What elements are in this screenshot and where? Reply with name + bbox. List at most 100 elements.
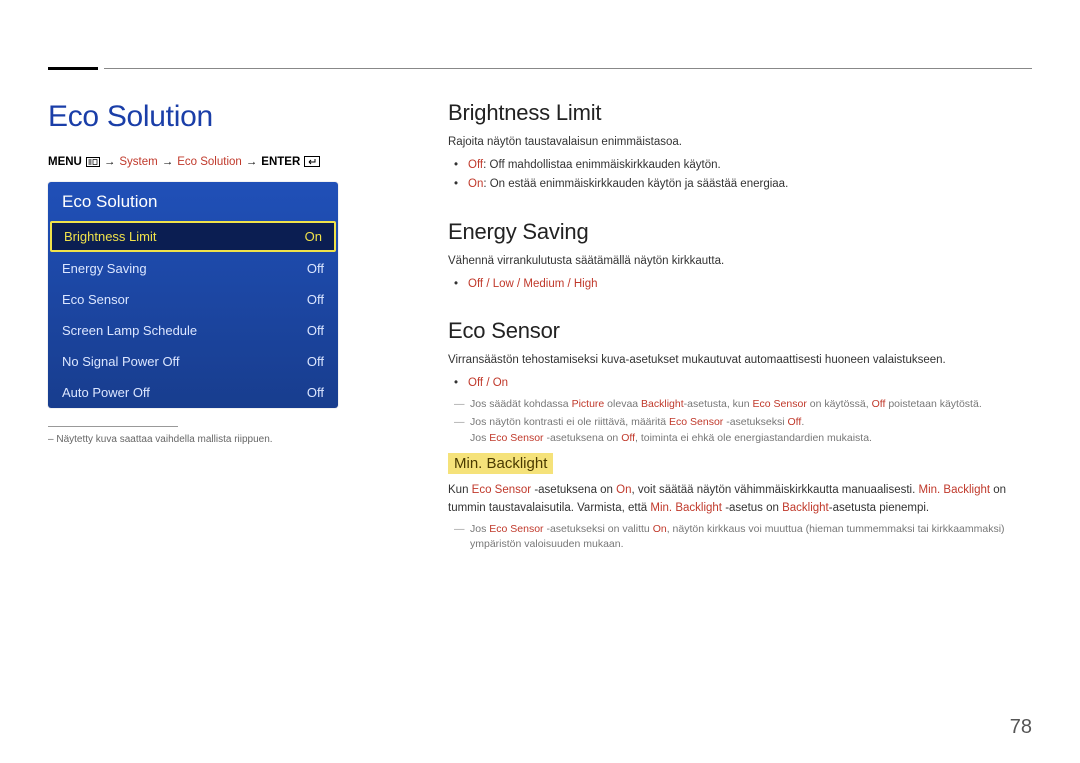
bullet-options: Off / Low / Medium / High xyxy=(468,275,1032,295)
kw-on: On xyxy=(616,484,631,496)
kw-off: Off xyxy=(621,432,635,444)
bullet-list: Off / Low / Medium / High xyxy=(448,275,1032,295)
breadcrumb-eco: Eco Solution xyxy=(177,156,242,168)
menu-item-label: Brightness Limit xyxy=(64,229,156,244)
t: Jos näytön kontrasti ei ole riittävä, mä… xyxy=(470,416,669,428)
note-2: Jos näytön kontrasti ei ole riittävä, mä… xyxy=(448,415,1032,447)
left-column: Eco Solution MENU → System → Eco Solutio… xyxy=(48,100,428,715)
t: -asetuksena on xyxy=(544,432,622,444)
note-min-backlight: Jos Eco Sensor -asetukseksi on valittu O… xyxy=(448,522,1032,554)
bullet-off: Off: Off mahdollistaa enimmäiskirkkauden… xyxy=(468,156,1032,176)
kw-backlight: Backlight xyxy=(641,398,684,410)
menu-item-value: On xyxy=(305,229,322,244)
osd-menu-item-no-signal-power-off[interactable]: No Signal Power Off Off xyxy=(48,346,338,377)
osd-menu-item-screen-lamp-schedule[interactable]: Screen Lamp Schedule Off xyxy=(48,315,338,346)
bullet-text: : Off mahdollistaa enimmäiskirkkauden kä… xyxy=(483,159,721,171)
keyword-off: Off xyxy=(468,159,483,171)
footnote-text: Näytetty kuva saattaa vaihdella mallista… xyxy=(56,434,272,445)
section-intro: Vähennä virrankulutusta säätämällä näytö… xyxy=(448,253,1032,271)
section-intro: Virransäästön tehostamiseksi kuva-asetuk… xyxy=(448,352,1032,370)
t: , voit säätää näytön vähimmäiskirkkautta… xyxy=(632,484,919,496)
osd-menu-card: Eco Solution Brightness Limit On Energy … xyxy=(48,182,338,408)
t: -asetus on xyxy=(722,502,782,514)
menu-item-value: Off xyxy=(307,292,324,307)
kw-picture: Picture xyxy=(572,398,605,410)
menu-item-label: No Signal Power Off xyxy=(62,354,180,369)
t: Jos säädät kohdassa xyxy=(470,398,572,410)
menu-breadcrumb: MENU → System → Eco Solution → ENTER xyxy=(48,156,428,168)
section-brightness-limit: Brightness Limit Rajoita näytön taustava… xyxy=(448,100,1032,195)
t: Jos xyxy=(470,523,489,535)
menu-item-value: Off xyxy=(307,385,324,400)
menu-item-label: Eco Sensor xyxy=(62,292,129,307)
osd-menu-header: Eco Solution xyxy=(48,182,338,220)
subsection-min-backlight: Min. Backlight xyxy=(448,453,553,474)
section-heading: Eco Sensor xyxy=(448,318,1032,344)
t: -asetukseksi on valittu xyxy=(544,523,653,535)
arrow-icon: → xyxy=(162,156,174,168)
page-number: 78 xyxy=(1010,716,1032,739)
menu-item-value: Off xyxy=(307,354,324,369)
kw-eco-sensor: Eco Sensor xyxy=(489,523,543,535)
menu-item-label: Energy Saving xyxy=(62,261,147,276)
bullet-on: On: On estää enimmäiskirkkauden käytön j… xyxy=(468,175,1032,195)
t: Jos xyxy=(470,432,489,444)
footnote-rule xyxy=(48,426,178,427)
breadcrumb-system: System xyxy=(119,156,157,168)
kw-eco-sensor: Eco Sensor xyxy=(472,484,531,496)
note-1: Jos säädät kohdassa Picture olevaa Backl… xyxy=(448,397,1032,413)
page-content: Eco Solution MENU → System → Eco Solutio… xyxy=(48,100,1032,715)
kw-min-backlight: Min. Backlight xyxy=(919,484,991,496)
left-footnote: – Näytetty kuva saattaa vaihdella mallis… xyxy=(48,433,428,447)
menu-item-value: Off xyxy=(307,261,324,276)
menu-icon xyxy=(86,156,100,168)
options-text: Off / On xyxy=(468,377,508,389)
t: Kun xyxy=(448,484,472,496)
menu-item-value: Off xyxy=(307,323,324,338)
t: . xyxy=(801,416,804,428)
min-backlight-paragraph: Kun Eco Sensor -asetuksena on On, voit s… xyxy=(448,482,1032,518)
arrow-icon: → xyxy=(246,156,258,168)
t: -asetusta pienempi. xyxy=(829,502,929,514)
page-title: Eco Solution xyxy=(48,100,428,134)
bullet-text: : On estää enimmäiskirkkauden käytön ja … xyxy=(483,178,788,190)
kw-eco-sensor: Eco Sensor xyxy=(489,432,543,444)
options-text: Off / Low / Medium / High xyxy=(468,278,598,290)
section-heading: Energy Saving xyxy=(448,219,1032,245)
osd-menu-item-auto-power-off[interactable]: Auto Power Off Off xyxy=(48,377,338,408)
t: -asetukseksi xyxy=(723,416,787,428)
t: olevaa xyxy=(604,398,641,410)
t: -asetusta, kun xyxy=(684,398,753,410)
t: -asetuksena on xyxy=(531,484,616,496)
menu-item-label: Auto Power Off xyxy=(62,385,150,400)
section-eco-sensor: Eco Sensor Virransäästön tehostamiseksi … xyxy=(448,318,1032,553)
menu-item-label: Screen Lamp Schedule xyxy=(62,323,197,338)
osd-menu-item-energy-saving[interactable]: Energy Saving Off xyxy=(48,253,338,284)
bullet-list: Off: Off mahdollistaa enimmäiskirkkauden… xyxy=(448,156,1032,195)
kw-off: Off xyxy=(788,416,802,428)
t: poistetaan käytöstä. xyxy=(885,398,981,410)
kw-backlight: Backlight xyxy=(782,502,829,514)
kw-eco-sensor: Eco Sensor xyxy=(669,416,723,428)
bullet-list: Off / On xyxy=(448,374,1032,394)
right-column: Brightness Limit Rajoita näytön taustava… xyxy=(428,100,1032,715)
section-energy-saving: Energy Saving Vähennä virrankulutusta sä… xyxy=(448,219,1032,294)
t: , toiminta ei ehkä ole energiastandardie… xyxy=(635,432,872,444)
section-marker-bar xyxy=(48,67,98,70)
osd-menu-item-brightness-limit[interactable]: Brightness Limit On xyxy=(50,221,336,252)
osd-menu-item-eco-sensor[interactable]: Eco Sensor Off xyxy=(48,284,338,315)
t: on käytössä, xyxy=(807,398,872,410)
bullet-options: Off / On xyxy=(468,374,1032,394)
menu-label: MENU xyxy=(48,156,82,168)
kw-on: On xyxy=(653,523,667,535)
keyword-on: On xyxy=(468,178,483,190)
top-horizontal-rule xyxy=(104,68,1032,69)
arrow-icon: → xyxy=(104,156,116,168)
section-heading: Brightness Limit xyxy=(448,100,1032,126)
kw-eco-sensor: Eco Sensor xyxy=(753,398,807,410)
section-intro: Rajoita näytön taustavalaisun enimmäista… xyxy=(448,134,1032,152)
enter-icon xyxy=(304,156,320,168)
kw-min-backlight: Min. Backlight xyxy=(650,502,722,514)
kw-off: Off xyxy=(872,398,886,410)
enter-label: ENTER xyxy=(261,156,300,168)
